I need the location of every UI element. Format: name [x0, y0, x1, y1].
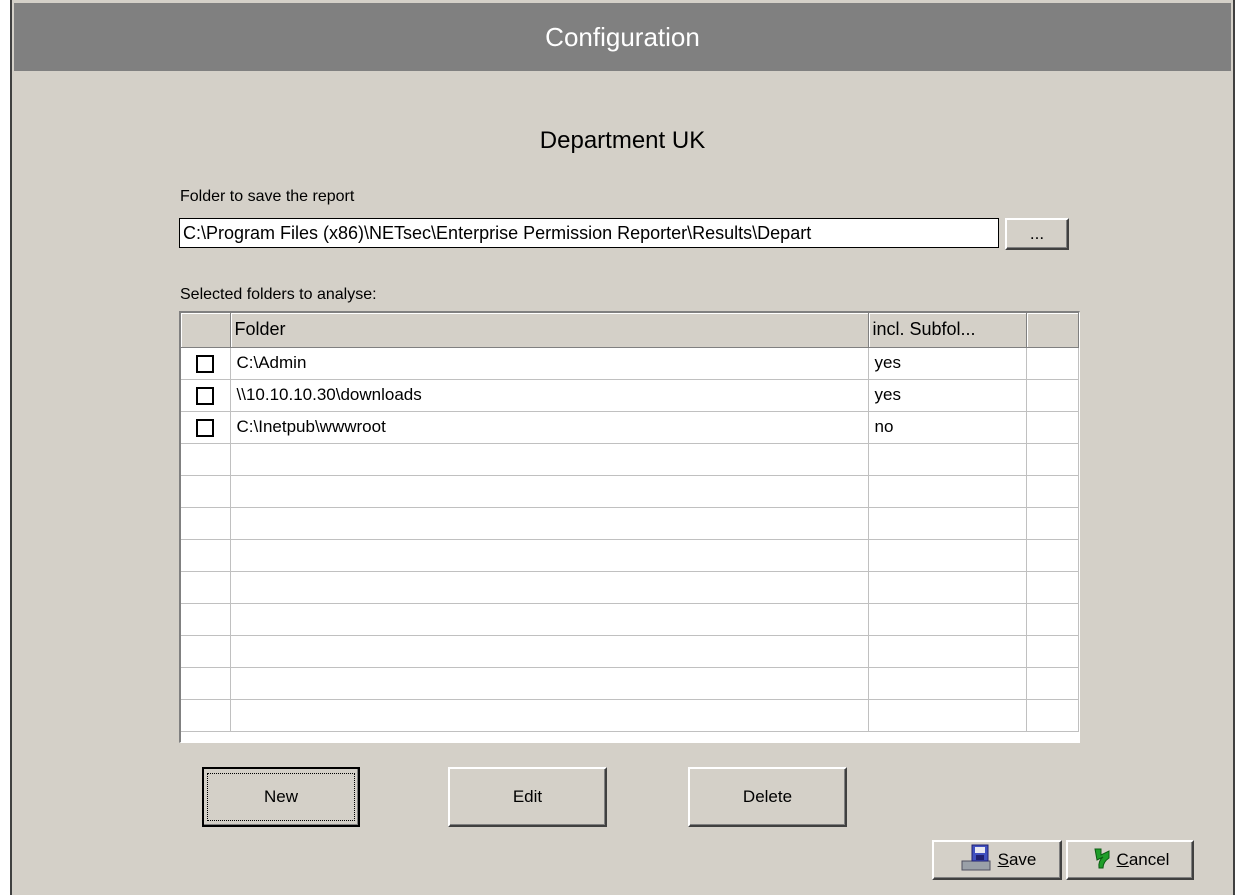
folder-cell	[230, 507, 869, 540]
empty-row	[181, 571, 1079, 604]
window-title: Configuration	[14, 3, 1231, 71]
grid-header-row: Folder incl. Subfol...	[181, 313, 1079, 348]
empty-row	[181, 443, 1079, 476]
folders-grid[interactable]: Folder incl. Subfol... C:\Admin yes \\10.1…	[179, 311, 1080, 743]
subfolders-cell	[868, 571, 1027, 604]
folder-cell	[230, 603, 869, 636]
subfolders-cell	[868, 667, 1027, 700]
filler-cell	[1026, 379, 1079, 412]
filler-cell	[1026, 699, 1079, 732]
column-header-folder[interactable]: Folder	[230, 313, 869, 348]
empty-row	[181, 667, 1079, 700]
filler-cell	[1026, 667, 1079, 700]
subfolders-cell	[868, 603, 1027, 636]
report-folder-input[interactable]: C:\Program Files (x86)\NETsec\Enterprise…	[179, 218, 999, 248]
column-header-filler	[1026, 313, 1079, 348]
filler-cell	[1026, 411, 1079, 444]
table-row[interactable]: \\10.10.10.30\downloads yes	[181, 379, 1079, 412]
row-checkbox[interactable]	[196, 386, 215, 405]
folder-cell	[230, 475, 869, 508]
filler-cell	[1026, 571, 1079, 604]
subfolders-cell	[868, 475, 1027, 508]
folder-cell	[230, 539, 869, 572]
edit-button[interactable]: Edit	[448, 767, 607, 827]
empty-row	[181, 635, 1079, 668]
browse-button[interactable]: ...	[1005, 218, 1069, 250]
folder-cell	[230, 667, 869, 700]
delete-button[interactable]: Delete	[688, 767, 847, 827]
filler-cell	[1026, 635, 1079, 668]
save-button[interactable]: Save	[932, 840, 1062, 880]
cancel-button-label: Cancel	[1116, 850, 1170, 869]
subfolders-cell[interactable]: yes	[868, 347, 1027, 380]
empty-row	[181, 507, 1079, 540]
filler-cell	[1026, 539, 1079, 572]
save-disk-icon	[958, 843, 994, 878]
folder-cell	[230, 443, 869, 476]
subfolders-cell[interactable]: no	[868, 411, 1027, 444]
folder-cell[interactable]: C:\Admin	[230, 347, 869, 380]
column-header-select[interactable]	[181, 313, 231, 348]
subfolders-cell	[868, 443, 1027, 476]
department-heading: Department UK	[539, 127, 706, 154]
subfolders-cell	[868, 635, 1027, 668]
subfolders-cell	[868, 507, 1027, 540]
table-row[interactable]: C:\Inetpub\wwwroot no	[181, 411, 1079, 444]
subfolders-cell[interactable]: yes	[868, 379, 1027, 412]
report-folder-label: Folder to save the report	[180, 188, 355, 205]
folder-cell[interactable]: C:\Inetpub\wwwroot	[230, 411, 869, 444]
folder-cell	[230, 571, 869, 604]
empty-row	[181, 603, 1079, 636]
row-checkbox[interactable]	[196, 418, 215, 437]
cancel-button[interactable]: Cancel	[1066, 840, 1194, 880]
subfolders-cell	[868, 699, 1027, 732]
save-button-label: Save	[997, 850, 1037, 869]
configuration-window: Configuration Department UK Folder to sa…	[10, 0, 1235, 895]
filler-cell	[1026, 603, 1079, 636]
table-row[interactable]: C:\Admin yes	[181, 347, 1079, 380]
new-button[interactable]: New	[202, 767, 360, 827]
empty-row	[181, 539, 1079, 572]
row-checkbox[interactable]	[196, 354, 215, 373]
filler-cell	[1026, 347, 1079, 380]
empty-row	[181, 475, 1079, 508]
empty-row	[181, 699, 1079, 732]
filler-cell	[1026, 443, 1079, 476]
folder-cell	[230, 635, 869, 668]
selected-folders-label: Selected folders to analyse:	[180, 286, 377, 303]
folder-cell[interactable]: \\10.10.10.30\downloads	[230, 379, 869, 412]
filler-cell	[1026, 507, 1079, 540]
subfolders-cell	[868, 539, 1027, 572]
filler-cell	[1026, 475, 1079, 508]
column-header-subfolders[interactable]: incl. Subfol...	[868, 313, 1027, 348]
new-button-label: New	[207, 773, 355, 821]
folder-cell	[230, 699, 869, 732]
undo-arrow-icon	[1091, 846, 1113, 875]
